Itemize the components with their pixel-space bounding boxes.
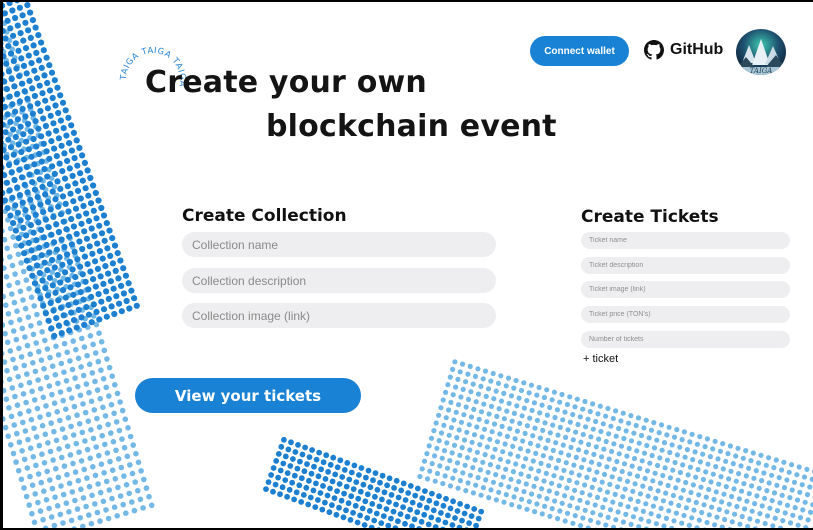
- collection-image-input[interactable]: [182, 303, 496, 328]
- github-label: GitHub: [670, 41, 724, 58]
- hero-title-line-2: blockchain event: [266, 109, 557, 144]
- connect-wallet-button[interactable]: Connect wallet: [530, 36, 629, 66]
- create-collection-title: Create Collection: [182, 206, 347, 226]
- collection-name-input[interactable]: [182, 232, 496, 257]
- add-ticket-link[interactable]: + ticket: [583, 353, 618, 365]
- avatar-text: TAIGA: [750, 67, 773, 75]
- ticket-name-input[interactable]: [581, 232, 790, 249]
- ticket-price-input[interactable]: [581, 306, 790, 323]
- create-tickets-title: Create Tickets: [581, 207, 719, 227]
- ticket-image-input[interactable]: [581, 281, 790, 298]
- avatar[interactable]: TAIGA: [736, 29, 786, 75]
- ticket-count-input[interactable]: [581, 331, 790, 348]
- page-frame: TAIGA TAIGA TAIGA Create your own blockc…: [0, 0, 813, 530]
- view-tickets-button[interactable]: View your tickets: [135, 378, 361, 413]
- github-icon: [644, 40, 664, 60]
- hero-title-line-1: Create your own: [145, 65, 427, 100]
- ticket-description-input[interactable]: [581, 257, 790, 274]
- collection-description-input[interactable]: [182, 268, 496, 293]
- github-link[interactable]: GitHub: [644, 38, 723, 62]
